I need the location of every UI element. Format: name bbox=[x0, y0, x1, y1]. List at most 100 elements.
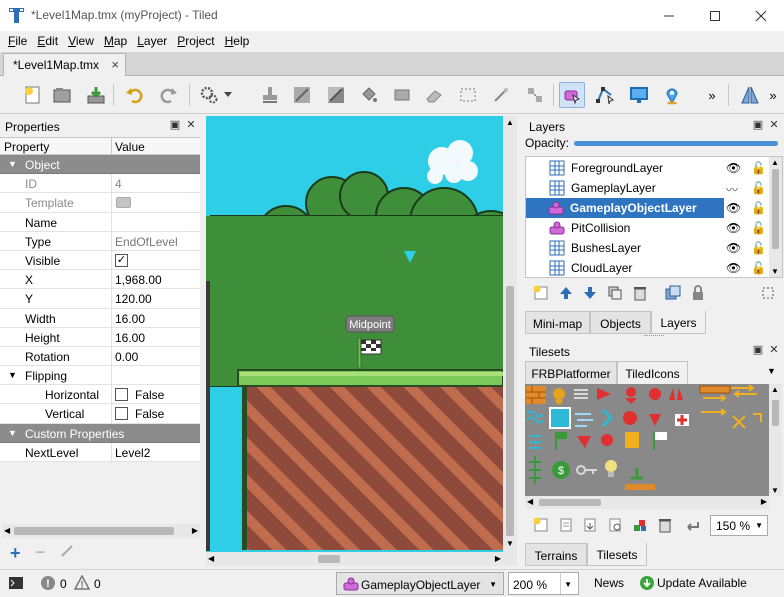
remove-tileset-icon[interactable] bbox=[657, 517, 673, 533]
tab-layers[interactable]: Layers bbox=[651, 311, 706, 334]
property-row-x[interactable]: X 1,968.00 bbox=[0, 270, 200, 290]
tileset-vertical-scrollbar[interactable]: ▲ ▼ bbox=[769, 384, 782, 496]
commands-dropdown[interactable] bbox=[221, 82, 235, 108]
horizontal-checkbox[interactable] bbox=[115, 388, 128, 402]
unlock-icon[interactable]: 🔓 bbox=[751, 161, 766, 175]
tileset-horizontal-scrollbar[interactable]: ◀ ▶ bbox=[525, 496, 769, 509]
tileset-zoom-combo[interactable]: 150 % ▼ bbox=[710, 515, 768, 536]
scrollbar-thumb[interactable] bbox=[318, 555, 340, 563]
property-row-name[interactable]: Name bbox=[0, 212, 200, 232]
commands-button[interactable] bbox=[196, 82, 222, 108]
flip-horizontal-button[interactable] bbox=[737, 82, 763, 108]
scrollbar-thumb[interactable] bbox=[506, 286, 514, 536]
layer-row-gameplayobjectlayer[interactable]: GameplayObjectLayer bbox=[526, 198, 724, 218]
close-panel-icon[interactable]: ✕ bbox=[768, 344, 780, 356]
scroll-left-icon[interactable]: ◀ bbox=[208, 554, 214, 563]
scroll-up-icon[interactable]: ▲ bbox=[771, 385, 779, 394]
property-row-width[interactable]: Width 16.00 bbox=[0, 308, 200, 328]
tileset-view[interactable]: $ bbox=[525, 384, 769, 496]
close-button[interactable] bbox=[738, 0, 784, 31]
menu-layer[interactable]: Layer bbox=[132, 31, 172, 52]
vertical-checkbox[interactable] bbox=[115, 407, 128, 421]
maximize-button[interactable] bbox=[692, 0, 738, 31]
close-panel-icon[interactable]: ✕ bbox=[185, 119, 197, 131]
wang-brush-tool[interactable] bbox=[323, 82, 349, 108]
undo-button[interactable] bbox=[121, 82, 147, 108]
scrollbar-thumb[interactable] bbox=[539, 499, 601, 506]
lower-layer-icon[interactable] bbox=[582, 285, 598, 301]
console-icon[interactable] bbox=[8, 576, 24, 590]
scroll-right-icon[interactable]: ▶ bbox=[192, 526, 198, 535]
toolbar-overflow-button[interactable]: » bbox=[704, 82, 720, 108]
scrollbar-thumb[interactable] bbox=[772, 169, 779, 249]
scrollbar-thumb[interactable] bbox=[772, 400, 779, 426]
group-row-object[interactable]: ▼ Object bbox=[0, 155, 200, 175]
scroll-left-icon[interactable]: ◀ bbox=[4, 526, 10, 535]
layers-vertical-scrollbar[interactable]: ▲ ▼ bbox=[769, 157, 782, 277]
remove-property-icon[interactable]: − bbox=[35, 542, 46, 563]
property-row-template[interactable]: Template bbox=[0, 193, 200, 213]
menu-map[interactable]: Map bbox=[99, 31, 132, 52]
tileset-icons-grid[interactable]: $ bbox=[525, 384, 769, 496]
eye-icon[interactable]: 👁 bbox=[726, 221, 741, 235]
eraser-tool[interactable] bbox=[421, 82, 447, 108]
scroll-down-icon[interactable]: ▼ bbox=[771, 486, 779, 495]
tab-tilesets[interactable]: Tilesets bbox=[587, 543, 647, 566]
embed-tileset-icon[interactable] bbox=[558, 517, 574, 533]
property-row-horizontal[interactable]: Horizontal False bbox=[0, 385, 200, 405]
unlock-icon[interactable]: 🔓 bbox=[751, 221, 766, 235]
property-row-rotation[interactable]: Rotation 0.00 bbox=[0, 346, 200, 367]
warning-icon[interactable]: ! bbox=[74, 575, 90, 591]
tab-terrains[interactable]: Terrains bbox=[525, 543, 587, 566]
magic-wand-tool[interactable] bbox=[488, 82, 514, 108]
float-panel-icon[interactable]: ▣ bbox=[169, 119, 181, 131]
minimize-button[interactable] bbox=[646, 0, 692, 31]
menu-edit[interactable]: Edit bbox=[32, 31, 63, 52]
export-tileset-icon[interactable] bbox=[582, 517, 598, 533]
property-row-y[interactable]: Y 120.00 bbox=[0, 289, 200, 309]
select-same-tile-tool[interactable] bbox=[522, 82, 548, 108]
unlock-icon[interactable]: 🔓 bbox=[751, 241, 766, 255]
edit-tileset-icon[interactable] bbox=[607, 517, 623, 533]
rectangular-select-tool[interactable] bbox=[455, 82, 481, 108]
map-view[interactable]: Midpoint bbox=[206, 116, 514, 566]
rename-property-icon[interactable] bbox=[60, 544, 74, 558]
save-button[interactable] bbox=[83, 82, 109, 108]
column-header-property[interactable]: Property bbox=[4, 140, 49, 154]
property-row-vertical[interactable]: Vertical False bbox=[0, 404, 200, 424]
layer-row-busheslayer[interactable]: BushesLayer 👁 🔓 bbox=[527, 238, 771, 258]
properties-horizontal-scrollbar[interactable]: ◀ ▶ bbox=[2, 524, 200, 538]
layer-row-cloudlayer[interactable]: CloudLayer 👁 🔓 bbox=[527, 258, 771, 278]
scroll-down-icon[interactable]: ▼ bbox=[506, 539, 514, 548]
insert-point-tool[interactable] bbox=[659, 82, 685, 108]
bucket-fill-tool[interactable] bbox=[356, 82, 382, 108]
unlock-icon[interactable]: 🔓 bbox=[751, 261, 766, 275]
property-row-type[interactable]: Type EndOfLevel bbox=[0, 231, 200, 251]
news-link[interactable]: News bbox=[594, 576, 624, 590]
eye-icon[interactable]: 👁 bbox=[726, 201, 741, 215]
scroll-left-icon[interactable]: ◀ bbox=[527, 497, 533, 506]
float-panel-icon[interactable]: ▣ bbox=[752, 119, 764, 131]
column-header-value[interactable]: Value bbox=[115, 140, 145, 154]
tab-objects[interactable]: Objects bbox=[590, 311, 651, 334]
highlight-layer-icon[interactable] bbox=[760, 285, 776, 301]
menu-file[interactable]: File bbox=[3, 31, 32, 52]
tileset-properties-icon[interactable] bbox=[632, 517, 648, 533]
tab-mini-map[interactable]: Mini-map bbox=[525, 311, 590, 334]
tab-frbplatformer[interactable]: FRBPlatformer bbox=[525, 361, 617, 384]
eye-icon[interactable]: 👁 bbox=[726, 261, 741, 275]
new-tileset-icon[interactable] bbox=[533, 517, 549, 533]
menu-project[interactable]: Project bbox=[172, 31, 219, 52]
scroll-down-icon[interactable]: ▼ bbox=[771, 267, 779, 276]
new-layer-icon[interactable] bbox=[533, 285, 549, 301]
duplicate-layer-icon[interactable] bbox=[607, 285, 623, 301]
close-tab-icon[interactable]: × bbox=[111, 57, 119, 72]
raise-layer-icon[interactable] bbox=[558, 285, 574, 301]
update-available-icon[interactable] bbox=[640, 576, 654, 590]
current-layer-combo[interactable]: GameplayObjectLayer ▼ bbox=[336, 572, 504, 595]
scrollbar-thumb[interactable] bbox=[14, 527, 174, 535]
layer-row-pitcollision[interactable]: PitCollision 👁 🔓 bbox=[527, 218, 771, 238]
unlock-icon[interactable]: 🔓 bbox=[751, 181, 766, 195]
scroll-up-icon[interactable]: ▲ bbox=[506, 118, 514, 127]
lock-icon[interactable] bbox=[690, 285, 706, 301]
